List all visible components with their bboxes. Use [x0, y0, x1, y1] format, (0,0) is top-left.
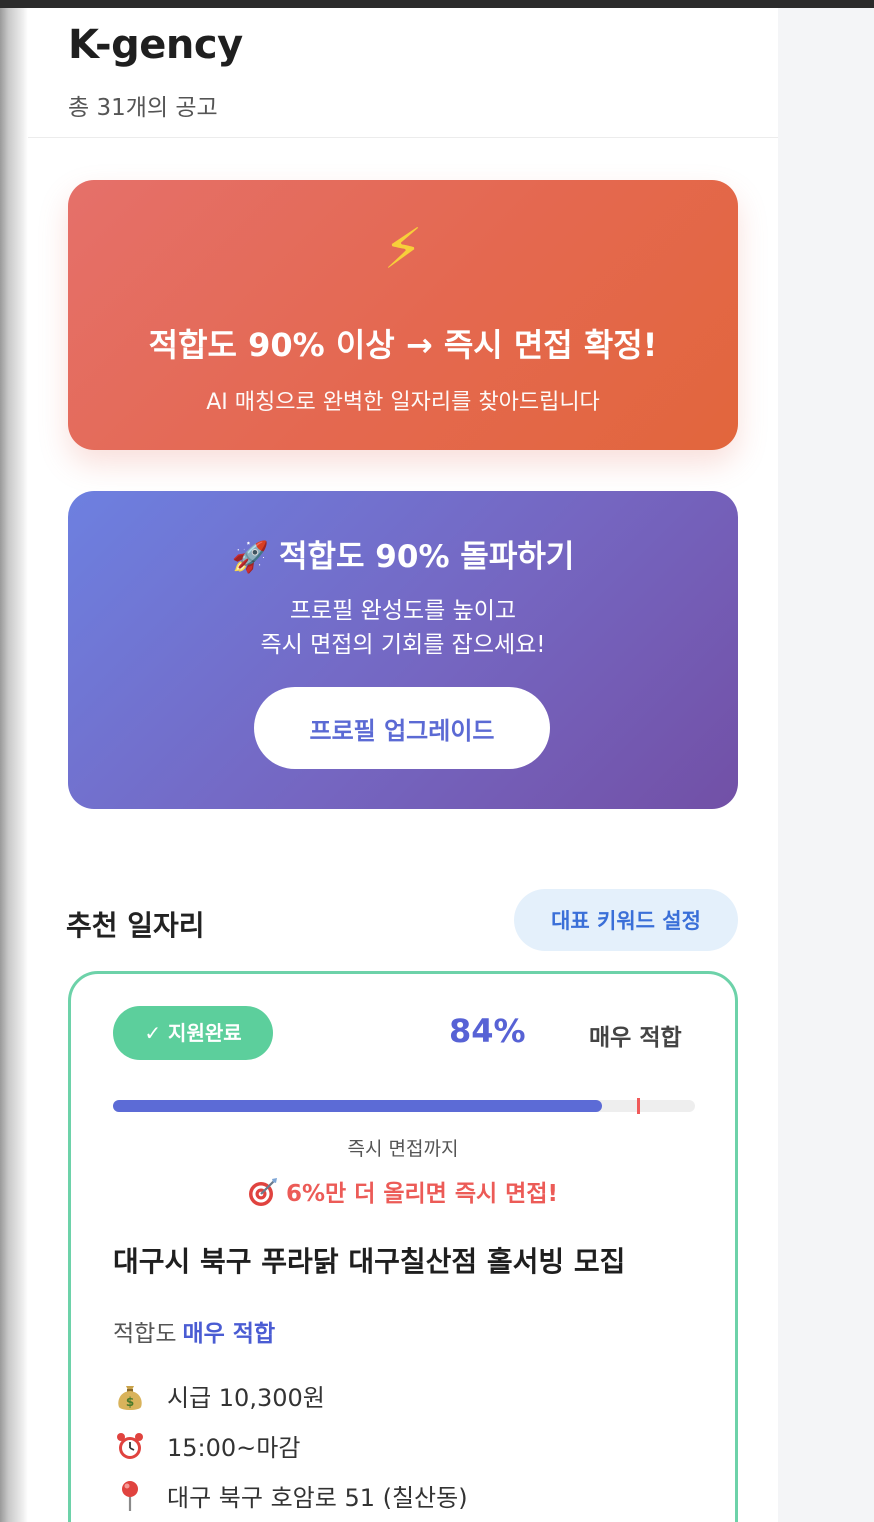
match-progress-fill [113, 1100, 602, 1112]
right-background [778, 8, 874, 1522]
wage-text: 시급 10,300원 [167, 1384, 325, 1412]
location-pin-icon [113, 1479, 147, 1513]
match-label: 매우 적합 [589, 1025, 682, 1051]
job-count-text: 총 31개의 공고 [68, 95, 218, 121]
upgrade-desc-line1: 프로필 완성도를 높이고 [289, 598, 517, 624]
banner-title: 적합도 90% 이상 → 즉시 면접 확정! [148, 326, 658, 364]
applied-status-badge: ✓ 지원완료 [113, 1006, 273, 1060]
fit-value: 매우 적합 [182, 1321, 276, 1347]
lightning-icon: ⚡ [383, 217, 423, 282]
hours-text: 15:00~마감 [167, 1434, 301, 1462]
banner-subtitle: AI 매칭으로 완벽한 일자리를 찾아드립니다 [206, 390, 600, 415]
page-header: K-gency 총 31개의 공고 [28, 8, 778, 138]
window-top-bar [0, 0, 874, 8]
fit-label: 적합도 [113, 1321, 177, 1347]
main-panel: K-gency 총 31개의 공고 ⚡ 적합도 90% 이상 → 즉시 면접 확… [28, 8, 778, 1522]
wage-row: $ 시급 10,300원 [113, 1378, 325, 1413]
upgrade-banner: 🚀 적합도 90% 돌파하기 프로필 완성도를 높이고 즉시 면접의 기회를 잡으… [68, 491, 738, 809]
hours-row: 15:00~마감 [113, 1428, 300, 1463]
section-title: 추천 일자리 [66, 909, 205, 942]
upgrade-banner-title: 🚀 적합도 90% 돌파하기 [68, 531, 738, 576]
address-row: 대구 북구 호암로 51 (칠산동) [113, 1478, 468, 1513]
until-interview-label: 즉시 면접까지 [347, 1138, 459, 1160]
job-title[interactable]: 대구시 북구 푸라닭 대구칠산점 홀서빙 모집 [113, 1240, 625, 1280]
fit-row: 적합도 매우 적합 [113, 1314, 275, 1348]
instant-interview-banner: ⚡ 적합도 90% 이상 → 즉시 면접 확정! AI 매칭으로 완벽한 일자리… [68, 180, 738, 450]
left-shadow [0, 8, 28, 1522]
boost-message: 6%만 더 올리면 즉시 면접! [71, 1174, 735, 1208]
profile-upgrade-button[interactable]: 프로필 업그레이드 [254, 687, 550, 769]
rocket-icon: 🚀 [231, 540, 269, 575]
upgrade-title-text: 적합도 90% 돌파하기 [278, 539, 575, 575]
upgrade-desc-line2: 즉시 면접의 기회를 잡으세요! [260, 632, 546, 658]
target-icon [248, 1178, 277, 1206]
svg-text:$: $ [126, 1395, 134, 1409]
boost-message-text: 6%만 더 올리면 즉시 면접! [285, 1181, 558, 1207]
match-percent: 84% [449, 1012, 526, 1050]
threshold-marker [636, 1098, 640, 1114]
money-bag-icon: $ [113, 1379, 147, 1413]
alarm-clock-icon [113, 1429, 147, 1463]
keyword-settings-button[interactable]: 대표 키워드 설정 [514, 889, 738, 951]
app-title: K-gency [68, 22, 243, 68]
address-text: 대구 북구 호암로 51 (칠산동) [167, 1484, 468, 1512]
match-progress-bar [113, 1098, 695, 1114]
job-card[interactable]: ✓ 지원완료 84% 매우 적합 즉시 면접까지 6%만 더 올리면 즉시 면접… [68, 971, 738, 1522]
